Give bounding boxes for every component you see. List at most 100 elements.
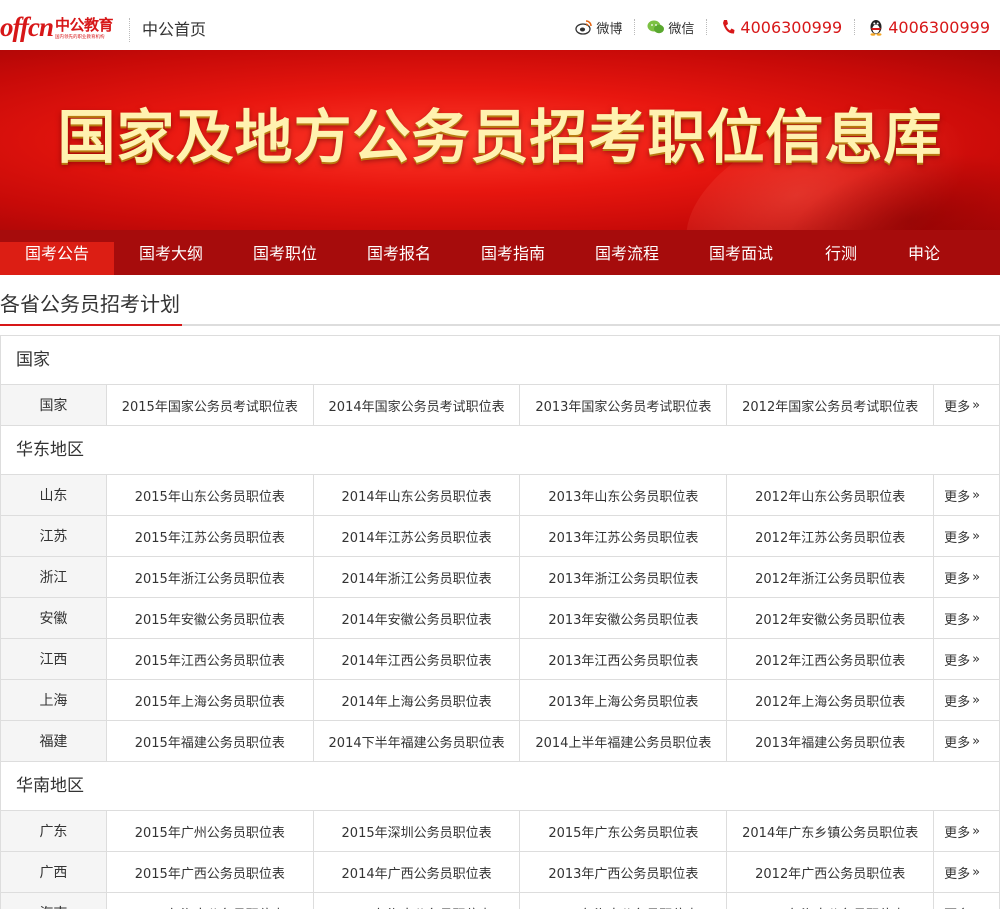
position-table-link[interactable]: 2013年上海公务员职位表 (520, 680, 728, 720)
position-table-link[interactable]: 2013年江苏公务员职位表 (520, 516, 728, 556)
position-table-link[interactable]: 2015年广东公务员职位表 (520, 811, 728, 851)
wechat-icon (647, 18, 665, 36)
divider (706, 19, 708, 35)
position-table-link[interactable]: 2013年江西公务员职位表 (520, 639, 728, 679)
position-table-link[interactable]: 2014年广西公务员职位表 (314, 852, 521, 892)
nav-item-guokao-gonggao[interactable]: 国考公告 (0, 242, 114, 275)
position-table-link[interactable]: 2014年安徽公务员职位表 (314, 598, 521, 638)
offcn-logo[interactable]: offcn 中公教育 国内领先的职业教育机构 (0, 10, 114, 41)
more-link[interactable]: 更多» (934, 385, 1000, 425)
position-table-link[interactable]: 2014年海南公务员职位表 (314, 893, 521, 909)
nav-item-xingce[interactable]: 行测 (798, 242, 884, 275)
more-label: 更多 (944, 694, 971, 710)
position-table-link[interactable]: 2014年江苏公务员职位表 (314, 516, 521, 556)
position-table-link[interactable]: 2013年国家公务员考试职位表 (520, 385, 728, 425)
nav-item-guokao-liucheng[interactable]: 国考流程 (570, 242, 684, 275)
phone-link[interactable]: 4006300999 (719, 18, 842, 37)
position-table-link[interactable]: 2014年山东公务员职位表 (314, 475, 521, 515)
position-table-link[interactable]: 2015年海南公务员职位表 (107, 893, 314, 909)
more-link[interactable]: 更多» (934, 893, 1000, 909)
nav-item-shenlun[interactable]: 申论 (884, 242, 964, 275)
more-link[interactable]: 更多» (934, 557, 1000, 597)
position-table-link[interactable]: 2012年山东公务员职位表 (727, 475, 935, 515)
more-link[interactable]: 更多» (934, 680, 1000, 720)
position-table-link[interactable]: 2013年海南公务员职位表 (520, 893, 728, 909)
position-table-link[interactable]: 2015年广州公务员职位表 (107, 811, 314, 851)
position-table-link[interactable]: 2014年广东乡镇公务员职位表 (727, 811, 935, 851)
province-label: 福建 (1, 721, 107, 761)
more-label: 更多 (944, 489, 971, 505)
more-link[interactable]: 更多» (934, 721, 1000, 761)
more-link[interactable]: 更多» (934, 598, 1000, 638)
position-table-link[interactable]: 2012年海南公务员职位表 (727, 893, 935, 909)
nav-item-guokao-zhinan[interactable]: 国考指南 (456, 242, 570, 275)
position-table-link[interactable]: 2015年山东公务员职位表 (107, 475, 314, 515)
position-table-link[interactable]: 2015年江西公务员职位表 (107, 639, 314, 679)
more-label: 更多 (944, 904, 970, 909)
more-link[interactable]: 更多» (934, 811, 1000, 851)
double-chevron-right-icon: » (972, 906, 980, 909)
position-table-link[interactable]: 2013年福建公务员职位表 (727, 721, 935, 761)
table-row: 浙江 2015年浙江公务员职位表 2014年浙江公务员职位表 2013年浙江公务员职位… (1, 557, 1000, 598)
position-table-link[interactable]: 2012年广西公务员职位表 (727, 852, 935, 892)
position-table-link[interactable]: 2013年浙江公务员职位表 (520, 557, 728, 597)
weibo-label: 微博 (596, 21, 623, 37)
double-chevron-right-icon: » (972, 692, 981, 708)
position-table-link[interactable]: 2014年上海公务员职位表 (314, 680, 521, 720)
nav-item-guokao-zhiwei[interactable]: 国考职位 (228, 242, 342, 275)
position-table-link[interactable]: 2015年上海公务员职位表 (107, 680, 314, 720)
region-heading: 华东地区 (1, 426, 1000, 475)
weibo-icon (575, 18, 593, 36)
nav-item-guokao-mianshi[interactable]: 国考面试 (684, 242, 798, 275)
double-chevron-right-icon: » (972, 569, 981, 585)
position-table-link[interactable]: 2012年江苏公务员职位表 (727, 516, 935, 556)
position-table-link[interactable]: 2015年深圳公务员职位表 (314, 811, 521, 851)
position-table-link[interactable]: 2015年广西公务员职位表 (107, 852, 314, 892)
position-table-link[interactable]: 2015年安徽公务员职位表 (107, 598, 314, 638)
position-table-link[interactable]: 2015年江苏公务员职位表 (107, 516, 314, 556)
region-heading: 国家 (1, 336, 1000, 385)
more-label: 更多 (944, 653, 971, 669)
position-table-link[interactable]: 2012年安徽公务员职位表 (727, 598, 935, 638)
banner-title: 国家及地方公务员招考职位信息库 (57, 103, 943, 171)
home-link[interactable]: 中公首页 (142, 19, 206, 41)
more-label: 更多 (944, 866, 971, 882)
more-link[interactable]: 更多» (934, 475, 1000, 515)
more-link[interactable]: 更多» (934, 639, 1000, 679)
logo-cn-block: 中公教育 国内领先的职业教育机构 (55, 17, 114, 40)
weibo-link[interactable]: 微博 (575, 18, 622, 37)
table-row: 安徽 2015年安徽公务员职位表 2014年安徽公务员职位表 2013年安徽公务员职位… (1, 598, 1000, 639)
position-table-link[interactable]: 2014年江西公务员职位表 (314, 639, 521, 679)
top-right-links: 微博 微信 4006300999 4006300999 (575, 16, 990, 38)
position-table-link[interactable]: 2015年国家公务员考试职位表 (107, 385, 314, 425)
table-row: 山东 2015年山东公务员职位表 2014年山东公务员职位表 2013年山东公务员职位… (1, 475, 1000, 516)
more-link[interactable]: 更多» (934, 516, 1000, 556)
position-table-link[interactable]: 2015年浙江公务员职位表 (107, 557, 314, 597)
province-label: 山东 (1, 475, 107, 515)
position-table-link[interactable]: 2015年福建公务员职位表 (107, 721, 314, 761)
qq-link[interactable]: 4006300999 (867, 18, 990, 37)
position-table-link[interactable]: 2014年浙江公务员职位表 (314, 557, 521, 597)
position-table-link[interactable]: 2013年广西公务员职位表 (520, 852, 728, 892)
position-table-link[interactable]: 2014下半年福建公务员职位表 (314, 721, 521, 761)
nav-items: 国考公告 国考大纲 国考职位 国考报名 国考指南 国考流程 国考面试 行测 申论 (0, 242, 964, 275)
more-label: 更多 (944, 825, 971, 841)
position-table-link[interactable]: 2013年山东公务员职位表 (520, 475, 728, 515)
position-table-link[interactable]: 2014上半年福建公务员职位表 (520, 721, 728, 761)
qq-penguin-icon (867, 18, 885, 36)
position-table-link[interactable]: 2014年国家公务员考试职位表 (314, 385, 521, 425)
more-link[interactable]: 更多» (934, 852, 1000, 892)
weixin-link[interactable]: 微信 (647, 18, 694, 37)
position-table-link[interactable]: 2012年上海公务员职位表 (727, 680, 935, 720)
province-label: 广东 (1, 811, 107, 851)
position-table-link[interactable]: 2012年江西公务员职位表 (727, 639, 935, 679)
double-chevron-right-icon: » (972, 651, 981, 667)
nav-item-guokao-baoming[interactable]: 国考报名 (342, 242, 456, 275)
phone-number: 4006300999 (740, 17, 843, 37)
double-chevron-right-icon: » (972, 864, 981, 880)
position-table-link[interactable]: 2012年国家公务员考试职位表 (727, 385, 935, 425)
position-table-link[interactable]: 2012年浙江公务员职位表 (727, 557, 935, 597)
nav-item-guokao-dagang[interactable]: 国考大纲 (114, 242, 228, 275)
double-chevron-right-icon: » (972, 823, 981, 839)
position-table-link[interactable]: 2013年安徽公务员职位表 (520, 598, 728, 638)
